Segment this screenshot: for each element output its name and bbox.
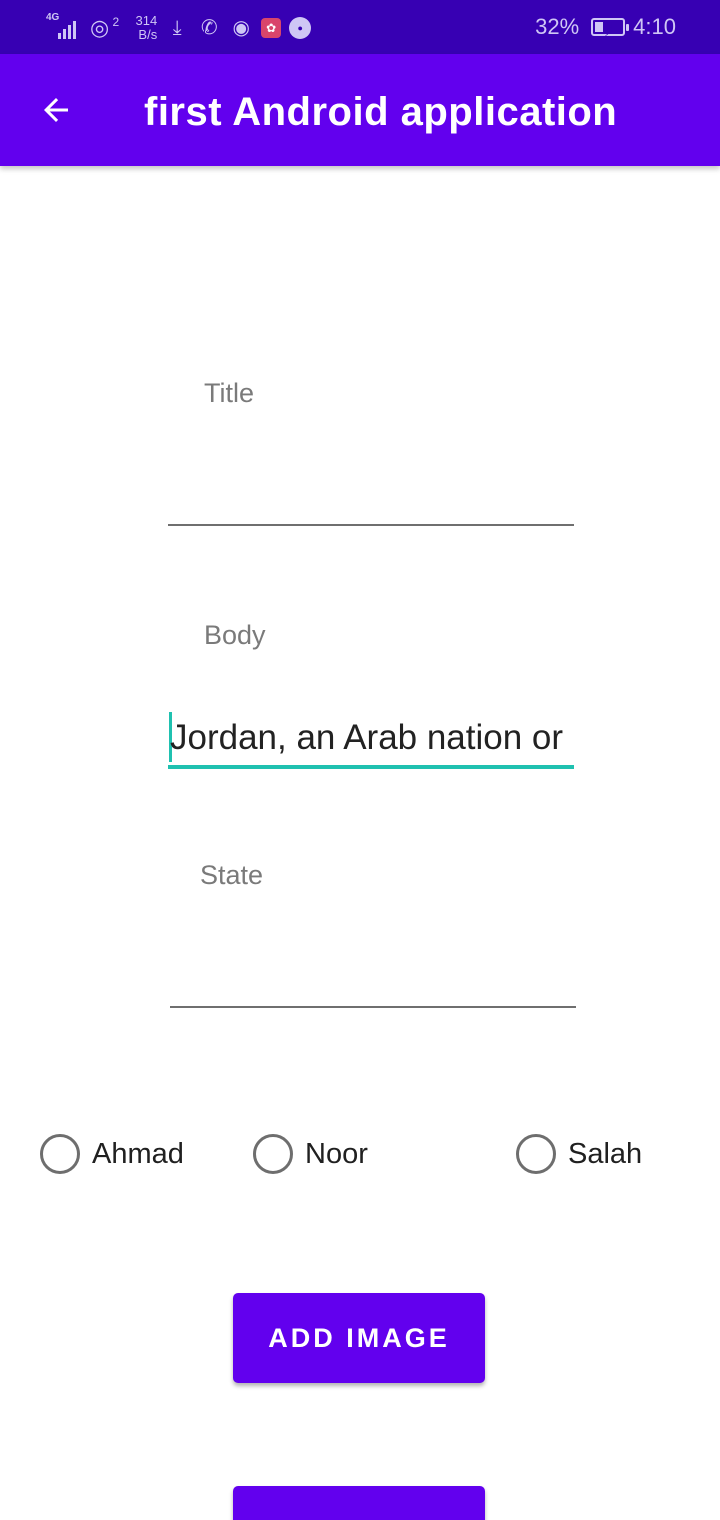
body-field-underline [168,765,574,769]
state-field[interactable]: State [170,852,576,1012]
title-field-label: Title [204,378,255,408]
network-speed: 314 B/s [125,13,158,42]
battery-percentage: 32% [535,14,580,39]
app-bar: first Android application [0,54,720,166]
state-field-label: State [200,860,264,890]
radio-label-noor: Noor [305,1137,368,1170]
battery-icon: ⚡ [591,18,630,40]
hotspot-count: 2 [112,15,120,29]
whatsapp-icon: ✆ [200,17,218,39]
signal-icon: 4G [46,13,82,43]
app-title: first Android application [144,90,618,134]
status-bar: 4G ◎ 2 314 B/s ⤓ ✆ ◉ ✿ ● 32% ⚡ 4:10 [0,0,720,54]
notification-app-icon: ✿ [261,18,282,38]
add-image-button[interactable]: ADD IMAGE [233,1293,485,1383]
app-badge-icon: ● [289,17,312,39]
title-field-underline [168,524,574,526]
body-field[interactable]: Body Jordan, an Arab nation or [168,612,574,772]
radio-option-salah[interactable]: Salah [516,1132,642,1176]
radio-option-noor[interactable]: Noor [253,1132,368,1176]
back-button[interactable] [32,86,80,134]
title-field[interactable]: Title [168,370,574,530]
status-bar-right: 32% ⚡ 4:10 [535,12,676,42]
hotspot-icon: ◎ 2 [90,15,119,39]
speed-value: 314 [135,13,158,28]
location-icon: ◉ [232,17,250,39]
radio-button-icon[interactable] [40,1134,80,1174]
speed-unit: B/s [138,27,158,42]
charging-bolt-icon: ⚡ [603,24,614,40]
radio-option-ahmad[interactable]: Ahmad [40,1132,184,1176]
radio-button-icon[interactable] [516,1134,556,1174]
radio-label-ahmad: Ahmad [92,1137,184,1170]
radio-button-icon[interactable] [253,1134,293,1174]
second-button[interactable] [233,1486,485,1520]
status-bar-left: 4G ◎ 2 314 B/s ⤓ ✆ ◉ ✿ ● [46,10,312,46]
radio-label-salah: Salah [568,1137,643,1170]
state-field-underline [170,1006,576,1008]
body-field-label: Body [204,620,266,650]
clock: 4:10 [633,14,676,39]
arrow-back-icon [44,98,68,122]
body-field-value: Jordan, an Arab nation or [170,718,564,757]
download-icon: ⤓ [172,17,182,39]
